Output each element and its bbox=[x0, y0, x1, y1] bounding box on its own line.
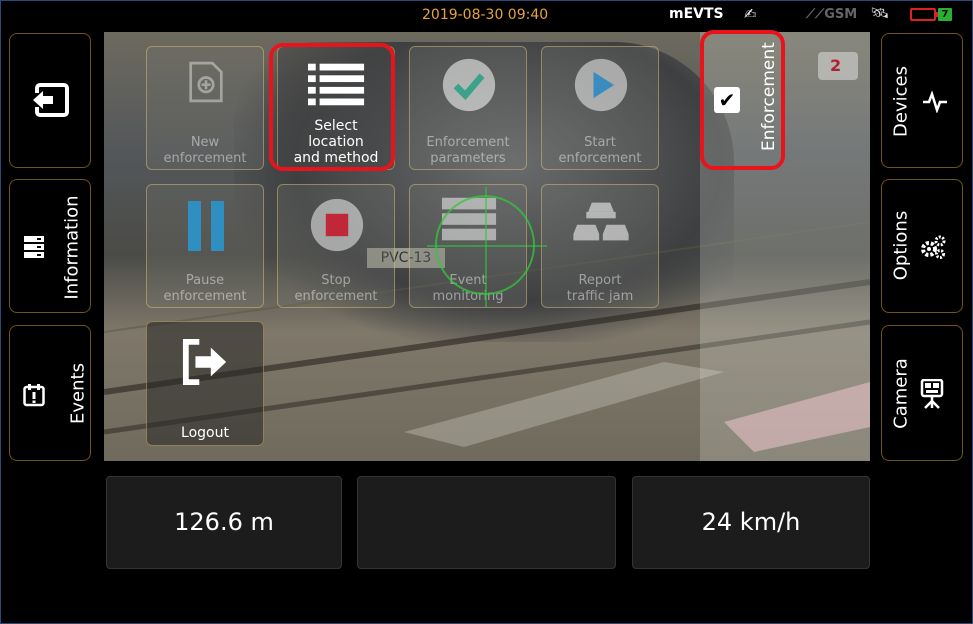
checkmark-circle-icon bbox=[442, 58, 496, 112]
options-label: Options bbox=[890, 210, 912, 281]
start-enforcement-label-1: Start bbox=[584, 135, 616, 150]
camera-label: Camera bbox=[890, 358, 912, 429]
distance-value: 126.6 m bbox=[174, 508, 274, 536]
logout-icon bbox=[182, 338, 227, 386]
gps-signal-icon: ✍ bbox=[744, 5, 757, 23]
stop-icon bbox=[310, 198, 364, 252]
target-reticle bbox=[427, 187, 547, 307]
enforcement-parameters-label-2: parameters bbox=[430, 151, 506, 166]
new-enforcement-button[interactable]: New enforcement bbox=[146, 46, 264, 170]
enforcement-checkbox[interactable]: ✔ bbox=[714, 87, 740, 113]
events-button[interactable]: Events bbox=[9, 325, 91, 461]
back-button[interactable] bbox=[9, 33, 91, 168]
battery-icon bbox=[910, 8, 939, 21]
pulse-icon bbox=[923, 91, 947, 113]
options-button[interactable]: Options bbox=[881, 179, 963, 313]
camera-count: 2 bbox=[830, 56, 842, 75]
traffic-jam-icon bbox=[573, 202, 629, 241]
speed-value: 24 km/h bbox=[701, 508, 801, 536]
new-enforcement-label-2: enforcement bbox=[163, 151, 247, 166]
back-arrow-icon bbox=[31, 83, 69, 117]
pause-enforcement-button[interactable]: Pause enforcement bbox=[146, 184, 264, 308]
gsm-label: GSM bbox=[824, 7, 858, 22]
events-label: Events bbox=[67, 363, 89, 424]
gsm-indicator: ⟋⟋GSM bbox=[806, 7, 858, 22]
middle-panel bbox=[357, 476, 616, 569]
charging-icon: 7 bbox=[938, 8, 952, 21]
stop-enforcement-label-2: enforcement bbox=[294, 289, 378, 304]
stop-enforcement-label-1: Stop bbox=[321, 273, 351, 288]
camera-button[interactable]: Camera bbox=[881, 325, 963, 461]
datetime: 2019-08-30 09:40 bbox=[422, 7, 549, 23]
enforcement-parameters-label-1: Enforcement bbox=[426, 135, 510, 150]
logout-label: Logout bbox=[181, 425, 229, 441]
report-traffic-jam-label-2: traffic jam bbox=[566, 289, 634, 304]
logout-button[interactable]: Logout bbox=[146, 321, 264, 446]
pause-icon bbox=[188, 201, 224, 251]
speed-panel: 24 km/h bbox=[632, 476, 870, 569]
stop-enforcement-button[interactable]: Stop enforcement bbox=[277, 184, 395, 308]
status-bar: 2019-08-30 09:40 mEVTS ✍ ⟋⟋GSM 🛰 7 bbox=[0, 0, 973, 28]
start-enforcement-label-2: enforcement bbox=[558, 151, 642, 166]
gears-icon bbox=[921, 235, 946, 259]
start-enforcement-button[interactable]: Start enforcement bbox=[541, 46, 659, 170]
new-enforcement-label-1: New bbox=[190, 135, 220, 150]
devices-button[interactable]: Devices bbox=[881, 33, 963, 168]
distance-panel: 126.6 m bbox=[106, 476, 342, 569]
server-list-icon bbox=[24, 236, 44, 258]
report-traffic-jam-label-1: Report bbox=[578, 273, 622, 288]
satellite-icon: 🛰 bbox=[870, 4, 890, 22]
speed-camera-icon bbox=[920, 379, 944, 409]
enforcement-parameters-button[interactable]: Enforcement parameters bbox=[409, 46, 527, 170]
pause-enforcement-label-2: enforcement bbox=[163, 289, 247, 304]
devices-label: Devices bbox=[890, 66, 912, 137]
play-icon bbox=[574, 58, 628, 112]
report-traffic-jam-button[interactable]: Report traffic jam bbox=[541, 184, 659, 308]
information-label: Information bbox=[61, 195, 83, 300]
new-document-icon bbox=[189, 61, 223, 103]
pause-enforcement-label-1: Pause bbox=[185, 273, 225, 288]
select-location-highlight bbox=[269, 43, 395, 171]
information-button[interactable]: Information bbox=[9, 179, 91, 313]
app-name: mEVTS bbox=[669, 6, 724, 22]
calendar-alert-icon bbox=[23, 384, 45, 407]
enforcement-label: Enforcement bbox=[759, 42, 779, 151]
camera-count-badge: 2 bbox=[818, 52, 858, 80]
